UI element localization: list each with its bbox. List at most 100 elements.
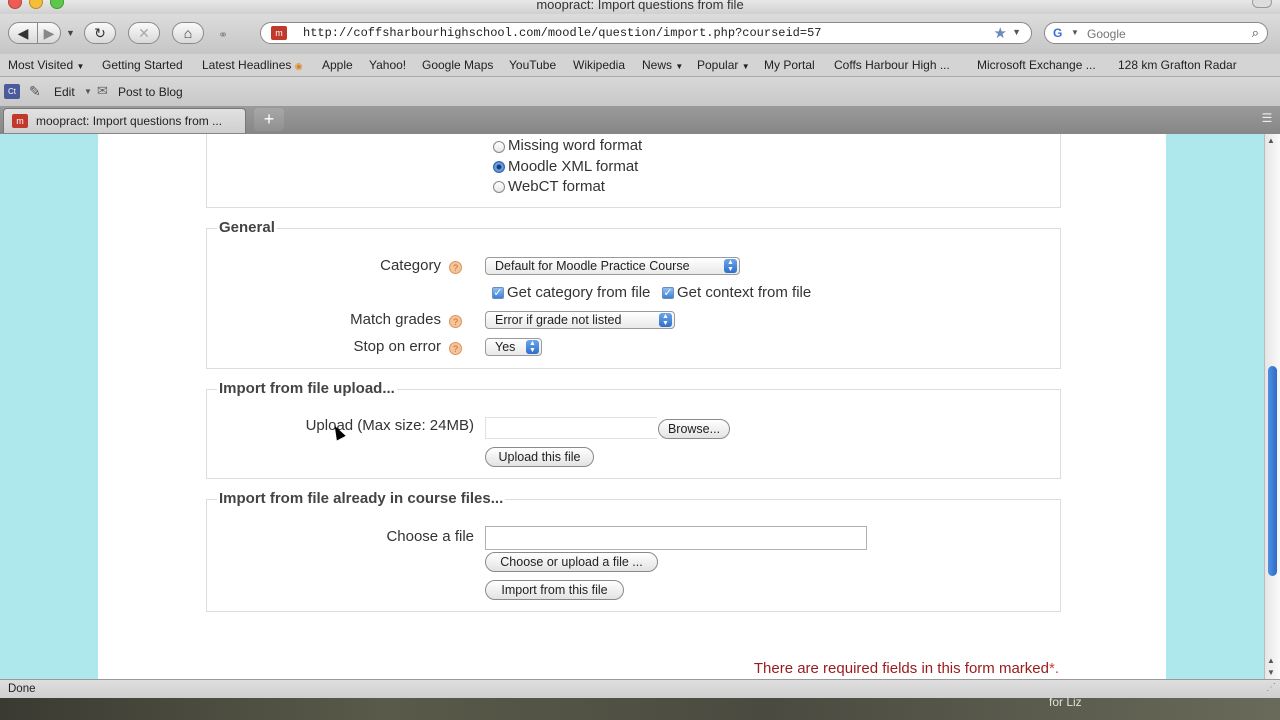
stop-on-error-select[interactable]: Yes ▲ ▼ [485,338,542,356]
required-fields-note: There are required fields in this form m… [754,660,1059,677]
link-icon: ⚭ [218,28,229,42]
home-icon: ⌂ [183,25,193,41]
match-grades-label: Match grades [350,311,441,328]
help-icon[interactable]: ? [449,342,462,355]
bookmark-apple[interactable]: Apple [322,58,353,72]
bookmark-label: News [642,58,673,72]
bookmark-yahoo[interactable]: Yahoo! [369,58,406,72]
scroll-down-arrow-icon[interactable]: ▼ [1267,668,1275,677]
bookmark-coffs-harbour-high[interactable]: Coffs Harbour High ... [834,58,950,72]
bookmark-label: Most Visited [8,58,74,72]
bookmark-wikipedia[interactable]: Wikipedia [573,58,625,72]
forward-button[interactable]: ▶ [37,22,61,44]
rss-icon: ◉ [294,61,303,71]
edit-pencil-icon[interactable]: ✎ [29,83,41,100]
chevron-down-icon: ▼ [76,62,85,71]
tab-strip: m moopract: Import questions from ... + … [0,107,1280,135]
bookmark-star-icon[interactable]: ★ [994,24,1007,42]
bookmark-youtube[interactable]: YouTube [509,58,556,72]
post-to-blog-button[interactable]: Post to Blog [118,85,183,99]
stop-button[interactable]: ✕ [128,22,160,44]
search-engine-dropdown-icon[interactable]: ▼ [1071,28,1079,37]
bookmark-label: Popular [697,58,739,72]
navigation-toolbar: ◀ ▶ ▼ ↻ ✕ ⌂ ⚭ m http://coffsharbourhighs… [0,14,1280,54]
bookmark-most-visited[interactable]: Most Visited ▼ [8,58,84,72]
choose-file-label: Choose a file [386,528,474,545]
extension-toolbar: Ct ✎ Edit ▼ ✉ Post to Blog [0,77,1280,107]
general-fieldset: General Category ? Default for Moodle Pr… [206,219,1061,369]
upload-this-file-button[interactable]: Upload this file [485,447,594,467]
window-title: moopract: Import questions from file [536,0,744,12]
desktop-caption: for Liz [1049,695,1082,709]
new-tab-button[interactable]: + [254,108,284,131]
ct-extension-icon[interactable]: Ct [4,84,20,99]
search-input[interactable] [1085,25,1239,43]
address-bar[interactable]: m http://coffsharbourhighschool.com/mood… [260,22,1032,44]
format-label-moodle-xml: Moodle XML format [508,158,639,175]
bookmark-my-portal[interactable]: My Portal [764,58,815,72]
resize-grip-icon[interactable]: ⋰ [1266,682,1276,693]
status-text: Done [8,683,36,695]
format-radio-webct[interactable] [493,181,505,193]
google-search-engine-icon[interactable]: G [1053,26,1069,40]
home-button[interactable]: ⌂ [172,22,204,44]
match-grades-select-value: Error if grade not listed [495,313,622,327]
search-icon[interactable]: ⌕ [1252,25,1259,41]
choose-file-field[interactable] [485,526,867,550]
edit-button[interactable]: Edit [54,85,75,99]
required-note-text: There are required fields in this form m… [753,660,1049,677]
reload-button[interactable]: ↻ [84,22,116,44]
help-icon[interactable]: ? [449,315,462,328]
bookmark-grafton-radar[interactable]: 128 km Grafton Radar [1118,58,1237,72]
bookmark-getting-started[interactable]: Getting Started [102,58,183,72]
upload-file-field[interactable] [485,417,657,439]
course-files-fieldset: Import from file already in course files… [206,490,1061,612]
bookmark-latest-headlines[interactable]: Latest Headlines ◉ [202,58,303,72]
bookmark-microsoft-exchange[interactable]: Microsoft Exchange ... [977,58,1096,72]
search-box[interactable]: G ▼ ⌕ [1044,22,1268,44]
format-label-webct: WebCT format [508,178,605,195]
edit-dropdown-icon[interactable]: ▼ [84,87,92,96]
get-context-checkbox[interactable]: ✓ [662,287,674,299]
file-format-fieldset: Missing word format Moodle XML format We… [206,134,1061,208]
upload-legend: Import from file upload... [217,380,397,397]
category-select-value: Default for Moodle Practice Course [495,259,690,273]
browse-button[interactable]: Browse... [658,419,730,439]
tab-label: moopract: Import questions from ... [36,114,223,128]
scrollbar-thumb[interactable] [1268,366,1277,576]
bookmarks-toolbar: Most Visited ▼ Getting Started Latest He… [0,54,1280,77]
get-category-label: Get category from file [507,284,651,301]
list-all-tabs-icon[interactable]: ☰ [1258,111,1276,129]
site-favicon-icon: m [271,26,287,40]
get-category-checkbox[interactable]: ✓ [492,287,504,299]
help-icon[interactable]: ? [449,261,462,274]
forward-arrow-icon: ▶ [43,24,55,41]
history-dropdown-icon[interactable]: ▼ [66,28,75,38]
back-button[interactable]: ◀ [8,22,38,44]
page-viewport: Missing word format Moodle XML format We… [0,134,1264,679]
bookmark-news[interactable]: News ▼ [642,58,683,72]
format-radio-moodle-xml[interactable] [493,161,505,173]
match-grades-select[interactable]: Error if grade not listed ▲ ▼ [485,311,675,329]
window-titlebar: moopract: Import questions from file [0,0,1280,14]
scroll-up-arrow-icon[interactable]: ▲ [1267,136,1275,145]
url-text[interactable]: http://coffsharbourhighschool.com/moodle… [303,26,821,40]
general-legend: General [217,219,277,236]
toolbar-toggle-button[interactable] [1252,0,1272,8]
bookmark-google-maps[interactable]: Google Maps [422,58,493,72]
bookmark-popular[interactable]: Popular ▼ [697,58,750,72]
import-from-this-file-button[interactable]: Import from this file [485,580,624,600]
url-dropdown-icon[interactable]: ▼ [1012,27,1021,37]
category-select[interactable]: Default for Moodle Practice Course ▲ ▼ [485,257,740,275]
vertical-scrollbar[interactable]: ▲ ▲ ▼ [1264,134,1280,679]
select-arrows-icon: ▲ ▼ [724,259,737,273]
scroll-up-arrow-icon[interactable]: ▲ [1267,656,1275,665]
bookmark-label: Latest Headlines [202,58,292,72]
tab-active[interactable]: m moopract: Import questions from ... [3,108,246,133]
format-radio-missing-word[interactable] [493,141,505,153]
blog-post-icon[interactable]: ✉ [97,83,108,99]
choose-or-upload-button[interactable]: Choose or upload a file ... [485,552,658,572]
select-arrows-icon: ▲ ▼ [659,313,672,327]
stop-on-error-select-value: Yes [495,340,516,354]
chevron-down-icon: ▼ [741,62,750,71]
